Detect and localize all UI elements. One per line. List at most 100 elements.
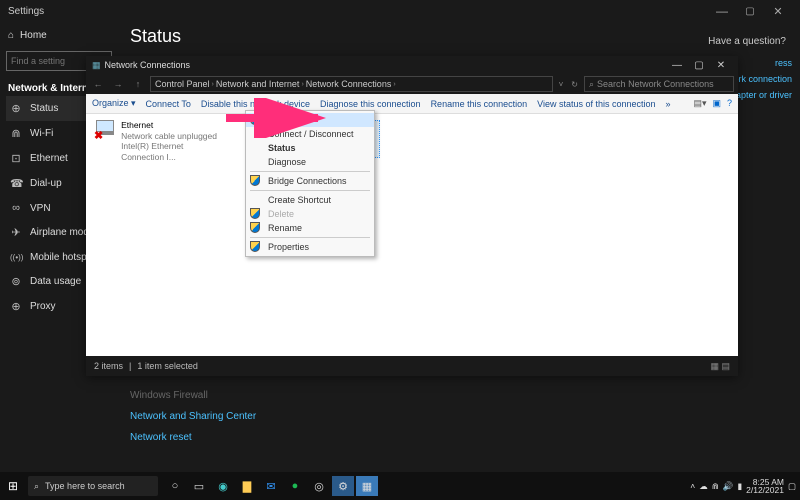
data-icon: [10, 275, 22, 288]
ctx-item-properties[interactable]: Properties: [246, 240, 374, 254]
maximize-button[interactable]: ▢: [736, 6, 764, 17]
cp-search-placeholder: Search Network Connections: [597, 79, 714, 89]
edge-icon[interactable]: ◉: [212, 476, 234, 496]
tb-connect-to[interactable]: Connect To: [146, 99, 191, 109]
cp-body[interactable]: ✖ Ethernet Network cable unplugged Intel…: [86, 114, 738, 356]
notifications-icon[interactable]: ▢: [788, 481, 796, 492]
network-connections-window: ▦ Network Connections — ▢ ✕ ← → ↑ Contro…: [86, 56, 738, 376]
cp-search-box[interactable]: ⌕ Search Network Connections: [584, 76, 734, 92]
spotify-icon[interactable]: ●: [284, 476, 306, 496]
app-title: Settings: [8, 6, 44, 17]
sidebar-item-label: Ethernet: [30, 153, 68, 164]
chrome-icon[interactable]: ◎: [308, 476, 330, 496]
taskbar-search-placeholder: Type here to search: [45, 481, 125, 491]
breadcrumb-item[interactable]: Network and Internet: [216, 79, 300, 89]
preview-pane-button[interactable]: ▣: [712, 98, 721, 109]
ctx-item-label: Create Shortcut: [268, 195, 331, 205]
control-panel-taskbar-icon[interactable]: ▦: [356, 476, 378, 496]
view-options-button[interactable]: ▤▾: [693, 98, 706, 109]
uac-shield-icon: [250, 175, 262, 187]
back-button[interactable]: ←: [90, 79, 106, 89]
tb-diagnose[interactable]: Diagnose this connection: [320, 99, 421, 109]
disconnected-x-icon: ✖: [94, 129, 103, 142]
air-icon: [10, 226, 22, 239]
uac-shield-icon: [250, 208, 262, 220]
tray-cloud-icon[interactable]: ☁: [699, 481, 708, 492]
tray-wifi-icon[interactable]: ⋒: [712, 481, 719, 492]
breadcrumb[interactable]: Control Panel› Network and Internet› Net…: [150, 76, 553, 92]
tb-view-status[interactable]: View status of this connection: [537, 99, 655, 109]
status-selected-count: 1 item selected: [137, 361, 198, 371]
ctx-item-rename[interactable]: Rename: [246, 221, 374, 235]
hot-icon: [10, 251, 22, 263]
tb-overflow[interactable]: »: [666, 99, 671, 109]
ctx-item-label: Delete: [268, 209, 294, 219]
vpn-icon: [10, 202, 22, 214]
cp-title-text: Network Connections: [105, 60, 191, 70]
start-button[interactable]: ⊞: [0, 479, 26, 493]
tray-chevron-icon[interactable]: ˄: [690, 481, 695, 491]
ctx-item-label: Bridge Connections: [268, 176, 347, 186]
dial-icon: [10, 177, 22, 190]
link-firewall[interactable]: Windows Firewall: [130, 388, 256, 403]
ctx-item-status[interactable]: Status: [246, 141, 374, 155]
peek-link[interactable]: ress: [775, 58, 792, 68]
help-button[interactable]: ?: [727, 98, 732, 109]
system-tray: ˄ ☁ ⋒ 🔊 ▮ 8:25 AM 2/12/2021 ▢: [686, 478, 800, 495]
link-network-reset[interactable]: Network reset: [130, 430, 256, 445]
cortana-icon[interactable]: ○: [164, 476, 186, 496]
cp-titlebar: ▦ Network Connections — ▢ ✕: [86, 56, 738, 74]
ctx-item-label: Status: [268, 143, 296, 153]
sidebar-item-label: Data usage: [30, 276, 81, 287]
tb-organize[interactable]: Organize ▾: [92, 98, 136, 109]
tb-disable[interactable]: Disable this network device: [201, 99, 310, 109]
cp-toolbar: Organize ▾ Connect To Disable this netwo…: [86, 94, 738, 114]
ctx-item-label: Properties: [268, 242, 309, 252]
status-icon: [10, 102, 22, 115]
breadcrumb-item[interactable]: Control Panel: [155, 79, 210, 89]
cp-close-button[interactable]: ✕: [710, 60, 732, 71]
refresh-button[interactable]: ↻: [569, 80, 580, 89]
close-button[interactable]: ✕: [764, 5, 792, 18]
cp-maximize-button[interactable]: ▢: [688, 60, 710, 71]
ctx-item-connect-disconnect[interactable]: Connect / Disconnect: [246, 127, 374, 141]
ctx-item-disable[interactable]: Disable: [246, 113, 374, 127]
dropdown-button[interactable]: ˅: [557, 80, 566, 89]
cp-minimize-button[interactable]: —: [666, 60, 688, 71]
mail-icon[interactable]: ✉: [260, 476, 282, 496]
ctx-item-label: Diagnose: [268, 157, 306, 167]
ctx-item-create-shortcut[interactable]: Create Shortcut: [246, 193, 374, 207]
explorer-icon[interactable]: ▇: [236, 476, 258, 496]
ctx-item-label: Connect / Disconnect: [268, 129, 354, 139]
home-icon: [8, 30, 14, 41]
task-view-icon[interactable]: ▭: [188, 476, 210, 496]
link-sharing-center[interactable]: Network and Sharing Center: [130, 409, 256, 424]
ethernet-icon: ✖: [96, 120, 117, 140]
minimize-button[interactable]: —: [708, 4, 736, 18]
tb-rename[interactable]: Rename this connection: [431, 99, 528, 109]
settings-taskbar-icon[interactable]: ⚙: [332, 476, 354, 496]
forward-button[interactable]: →: [110, 79, 126, 89]
sidebar-item-label: Proxy: [30, 301, 56, 312]
taskbar-clock[interactable]: 8:25 AM 2/12/2021: [746, 478, 784, 495]
ctx-item-bridge-connections[interactable]: Bridge Connections: [246, 174, 374, 188]
proxy-icon: [10, 300, 22, 313]
settings-app: Settings — ▢ ✕ Home ⌕ Network & Internet…: [0, 0, 800, 500]
taskbar-search[interactable]: ⌕ Type here to search: [28, 476, 158, 496]
adapter-ethernet[interactable]: ✖ Ethernet Network cable unplugged Intel…: [96, 120, 226, 163]
home-link[interactable]: Home: [6, 26, 112, 45]
ctx-item-diagnose[interactable]: Diagnose: [246, 155, 374, 169]
search-icon: ⌕: [34, 481, 39, 492]
breadcrumb-item[interactable]: Network Connections: [306, 79, 392, 89]
eth-icon: [10, 152, 22, 165]
cp-statusbar: 2 items | 1 item selected ▦ ▤: [86, 356, 738, 376]
adapter-text: Ethernet Network cable unplugged Intel(R…: [121, 120, 226, 163]
sidebar-item-label: Airplane mode: [30, 227, 94, 238]
tray-volume-icon[interactable]: 🔊: [723, 481, 734, 492]
context-menu: Disable Connect / Disconnect Status Diagnos…: [245, 110, 375, 257]
have-question-link[interactable]: Have a question?: [708, 36, 786, 47]
ctx-item-label: Rename: [268, 223, 302, 233]
up-button[interactable]: ↑: [130, 79, 146, 89]
tray-battery-icon[interactable]: ▮: [737, 481, 742, 492]
search-icon: ⌕: [589, 79, 594, 90]
